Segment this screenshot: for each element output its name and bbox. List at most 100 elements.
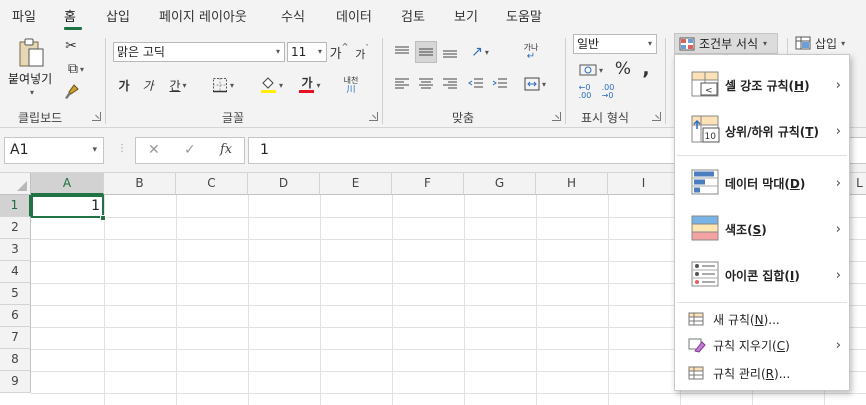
increase-indent-button[interactable] (490, 74, 510, 94)
grow-font-button[interactable]: 가 ^ (330, 42, 349, 62)
menu-item-data-bars[interactable]: 데이터 막대(D) › (675, 161, 849, 205)
underline-button[interactable]: 간 ▾ (162, 74, 194, 96)
align-top-button[interactable] (392, 42, 412, 62)
decrease-indent-button[interactable] (466, 74, 486, 94)
name-box[interactable]: A1 ▾ (4, 137, 104, 164)
launcher-icon[interactable] (652, 112, 661, 121)
align-middle-button[interactable] (415, 41, 437, 63)
paste-button[interactable] (14, 36, 50, 70)
drag-handle-icon[interactable]: ⋮ (117, 143, 127, 154)
menu-item-icon-sets[interactable]: 아이콘 집합(I) › (675, 253, 849, 297)
menu-label: 상위/하위 규칙( (725, 124, 806, 139)
column-header-b[interactable]: B (104, 173, 176, 195)
tab-formulas[interactable]: 수식 (281, 6, 305, 25)
menu-accesskey: S (752, 222, 762, 237)
cancel-icon[interactable]: ✕ (148, 142, 160, 158)
row-header-9[interactable]: 9 (0, 371, 31, 393)
row-header-6[interactable]: 6 (0, 305, 31, 327)
row-header-7[interactable]: 7 (0, 327, 31, 349)
tab-home[interactable]: 홈 (64, 6, 76, 25)
menu-accesskey: N (754, 312, 764, 327)
italic-button[interactable]: 가 (138, 74, 158, 96)
select-all-button[interactable] (0, 173, 31, 195)
row-header-3[interactable]: 3 (0, 239, 31, 261)
tab-review[interactable]: 검토 (401, 6, 425, 25)
menu-item-highlight-cells-rules[interactable]: < 셀 강조 규칙(H) › (675, 63, 849, 107)
align-left-button[interactable] (392, 74, 412, 94)
font-color-button[interactable]: 가 ▾ (294, 74, 326, 96)
tab-view[interactable]: 보기 (454, 6, 478, 25)
accounting-format-button[interactable]: ▾ (575, 60, 607, 80)
fill-handle[interactable] (100, 215, 106, 221)
wrap-text-button[interactable]: 가나 ↵ (518, 38, 544, 66)
cut-button[interactable]: ✂ (60, 36, 82, 56)
tab-page-layout[interactable]: 페이지 레이아웃 (159, 6, 247, 25)
group-separator (565, 38, 566, 124)
orientation-button[interactable]: ↗ ▾ (463, 42, 497, 62)
gridline (31, 393, 866, 394)
column-header-g[interactable]: G (464, 173, 536, 195)
font-size-combo[interactable]: 11 ▾ (287, 42, 327, 62)
row-header-4[interactable]: 4 (0, 261, 31, 283)
enter-icon[interactable]: ✓ (184, 142, 196, 158)
border-button[interactable]: ▾ (207, 74, 239, 96)
highlight-rules-icon: < (691, 71, 719, 97)
align-center-button[interactable] (416, 74, 436, 94)
menu-item-new-rule[interactable]: 새 규칙(N)... (675, 307, 849, 331)
fill-color-button[interactable]: ▾ (254, 74, 288, 96)
align-right-button[interactable] (440, 74, 460, 94)
cell-a1[interactable]: 1 (31, 195, 104, 218)
decrease-decimal-button[interactable]: .00 →0 (598, 82, 618, 102)
menu-label: 아이콘 집합( (725, 268, 790, 283)
column-header-h[interactable]: H (536, 173, 608, 195)
increase-decimal-button[interactable]: ←0.00 (575, 82, 595, 102)
chevron-down-icon: ▾ (275, 47, 280, 56)
chevron-down-icon[interactable]: ▾ (30, 88, 34, 97)
shrink-font-button[interactable]: 가ˇ (353, 44, 371, 64)
column-header-c[interactable]: C (176, 173, 248, 195)
shrink-font-icon: 가 (355, 48, 366, 61)
tab-file[interactable]: 파일 (12, 6, 36, 25)
menu-label: 규칙 관리( (713, 366, 766, 381)
launcher-icon[interactable] (552, 112, 561, 121)
menu-item-manage-rules[interactable]: 규칙 관리(R)... (675, 361, 849, 385)
column-header-i[interactable]: I (608, 173, 680, 195)
align-bottom-icon (443, 50, 457, 58)
bold-icon: 가 (118, 78, 130, 93)
merge-center-button[interactable]: ▾ (518, 74, 552, 94)
launcher-icon[interactable] (92, 112, 101, 121)
format-painter-button[interactable] (60, 82, 82, 102)
menu-item-clear-rules[interactable]: 규칙 지우기(C) › (675, 333, 849, 357)
column-header-a[interactable]: A (31, 173, 104, 195)
tab-insert[interactable]: 삽입 (106, 6, 130, 25)
font-name-value: 맑은 고딕 (117, 45, 165, 59)
row-header-8[interactable]: 8 (0, 349, 31, 371)
launcher-icon[interactable] (369, 112, 378, 121)
menu-item-top-bottom-rules[interactable]: 10 상위/하위 규칙(T) › (675, 109, 849, 153)
chevron-down-icon: ▾ (278, 80, 283, 90)
percent-button[interactable]: % (612, 58, 634, 80)
merge-icon (524, 77, 540, 91)
font-name-combo[interactable]: 맑은 고딕 ▾ (113, 42, 285, 62)
row-header-5[interactable]: 5 (0, 283, 31, 305)
number-format-combo[interactable]: 일반 ▾ (573, 34, 657, 54)
comma-button[interactable]: , (638, 58, 654, 80)
row-header-1[interactable]: 1 (0, 195, 31, 217)
top-bottom-rules-icon: 10 (691, 115, 720, 143)
insert-cells-button[interactable]: 삽입 ▾ (795, 33, 855, 53)
number-format-value: 일반 (577, 37, 600, 51)
insert-function-icon[interactable]: fx (220, 142, 232, 157)
tab-data[interactable]: 데이터 (336, 6, 372, 25)
bold-button[interactable]: 가 (114, 74, 134, 96)
align-bottom-button[interactable] (440, 42, 460, 62)
phonetic-button[interactable]: 내천 川 (336, 72, 366, 98)
row-header-2[interactable]: 2 (0, 217, 31, 239)
column-header-f[interactable]: F (392, 173, 464, 195)
column-header-d[interactable]: D (248, 173, 320, 195)
conditional-formatting-button[interactable]: 조건부 서식 ▾ (674, 33, 778, 54)
align-center-icon (419, 78, 433, 89)
tab-help[interactable]: 도움말 (506, 6, 542, 25)
copy-button[interactable]: ⧉ ▾ (60, 59, 92, 79)
column-header-e[interactable]: E (320, 173, 392, 195)
menu-item-color-scales[interactable]: 색조(S) › (675, 207, 849, 251)
